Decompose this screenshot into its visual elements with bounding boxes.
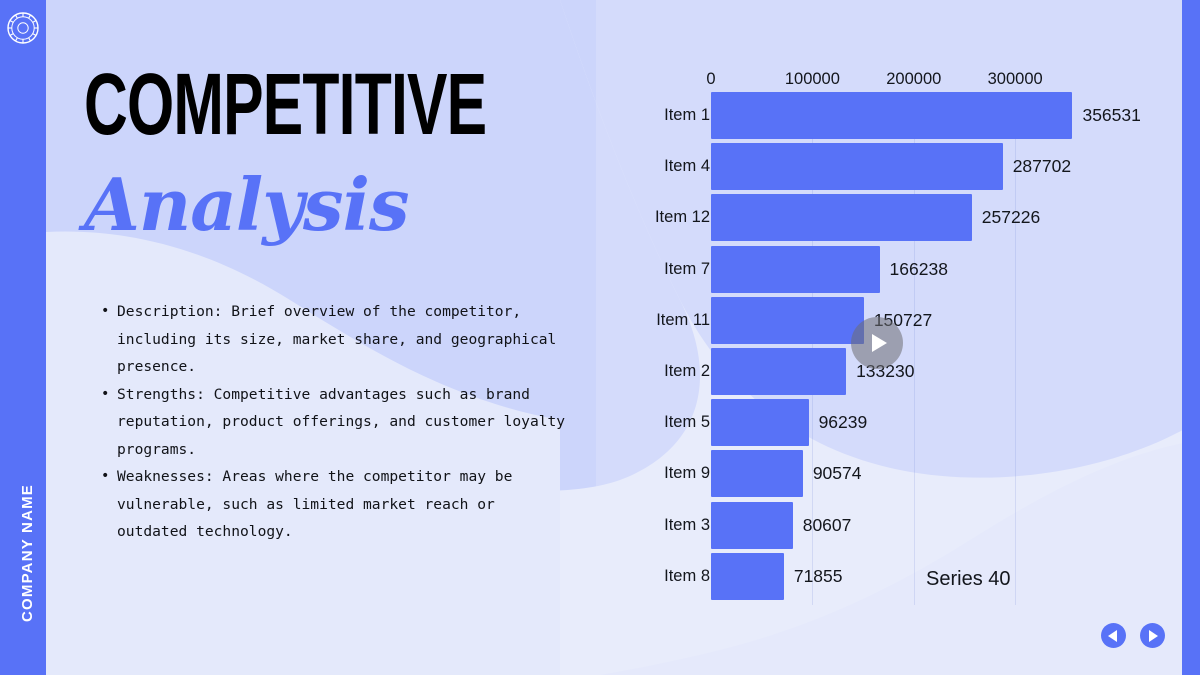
company-name-label: COMPANY NAME (18, 483, 36, 623)
chevron-left-icon (1108, 629, 1117, 642)
x-axis-tick: 0 (706, 70, 716, 88)
bar-category-label: Item 3 (664, 515, 710, 534)
chevron-right-icon (1149, 629, 1158, 642)
x-axis-tick: 200000 (886, 70, 942, 88)
play-button[interactable] (851, 317, 903, 369)
title-block: COMPETITIVE Analysis (84, 54, 584, 247)
x-axis-tick: 100000 (784, 70, 840, 88)
bar[interactable] (711, 245, 880, 293)
slide-canvas: COMPANY NAME COMPETITIVE Analysis Descri… (0, 0, 1200, 675)
bar-row[interactable]: Item 1 356531 (596, 92, 1182, 139)
bar[interactable] (711, 296, 864, 344)
bar-category-label: Item 12 (654, 208, 710, 227)
list-item: Strengths: Competitive advantages such a… (100, 381, 570, 464)
bar-row[interactable]: Item 8 71855 (596, 552, 1182, 600)
bar[interactable] (711, 92, 1073, 139)
list-item: Description: Brief overview of the compe… (100, 298, 570, 381)
bar-value-label: 80607 (802, 514, 852, 535)
bar[interactable] (711, 348, 847, 395)
bar-row[interactable]: Item 12 257226 (596, 194, 1182, 242)
x-axis-tick-labels: 0 100000 200000 300000 (596, 70, 1182, 92)
x-axis-tick: 300000 (987, 70, 1043, 88)
bar-row[interactable]: Item 9 90574 (596, 450, 1182, 498)
bar-value-label: 356531 (1082, 105, 1141, 125)
bar-category-label: Item 4 (664, 157, 710, 176)
bar-category-label: Item 5 (664, 413, 710, 432)
bar-row[interactable]: Item 5 96239 (596, 399, 1182, 447)
page-title-primary: COMPETITIVE (84, 54, 487, 153)
bullet-list: Description: Brief overview of the compe… (100, 298, 570, 546)
bar-value-label: 166238 (889, 258, 948, 279)
chart-legend-label: Series 40 (926, 568, 1011, 590)
left-sidebar: COMPANY NAME (0, 0, 46, 675)
sunburst-circle-logo-icon[interactable] (6, 11, 40, 45)
bar-category-label: Item 9 (664, 464, 710, 483)
bar-category-label: Item 7 (664, 259, 710, 278)
bar[interactable] (711, 552, 784, 600)
bar-value-label: 96239 (818, 412, 868, 433)
list-item: Weaknesses: Areas where the competitor m… (100, 463, 570, 546)
bar[interactable] (711, 450, 803, 498)
bar-value-label: 90574 (812, 463, 862, 484)
bar[interactable] (711, 143, 1003, 191)
bar-row[interactable]: Item 3 80607 (596, 501, 1182, 549)
right-edge-strip (1182, 0, 1200, 675)
bar[interactable] (711, 501, 793, 549)
bar-row[interactable]: Item 4 287702 (596, 143, 1182, 191)
bar-category-label: Item 11 (656, 310, 710, 329)
bar-value-label: 71855 (793, 565, 843, 586)
bar-value-label: 287702 (1012, 156, 1072, 177)
prev-slide-button[interactable] (1101, 623, 1126, 648)
bar-category-label: Item 2 (664, 362, 710, 380)
next-slide-button[interactable] (1140, 623, 1165, 648)
play-triangle-icon (871, 334, 887, 352)
bar-category-label: Item 1 (664, 106, 710, 124)
bar-category-label: Item 8 (664, 566, 710, 585)
slide-navigation (1101, 623, 1165, 648)
logo-svg (7, 12, 39, 44)
bar-value-label: 257226 (981, 207, 1041, 228)
bar[interactable] (711, 399, 809, 447)
bar-row[interactable]: Item 7 166238 (596, 245, 1182, 293)
page-title-secondary: Analysis (84, 161, 409, 247)
bar[interactable] (711, 194, 972, 242)
